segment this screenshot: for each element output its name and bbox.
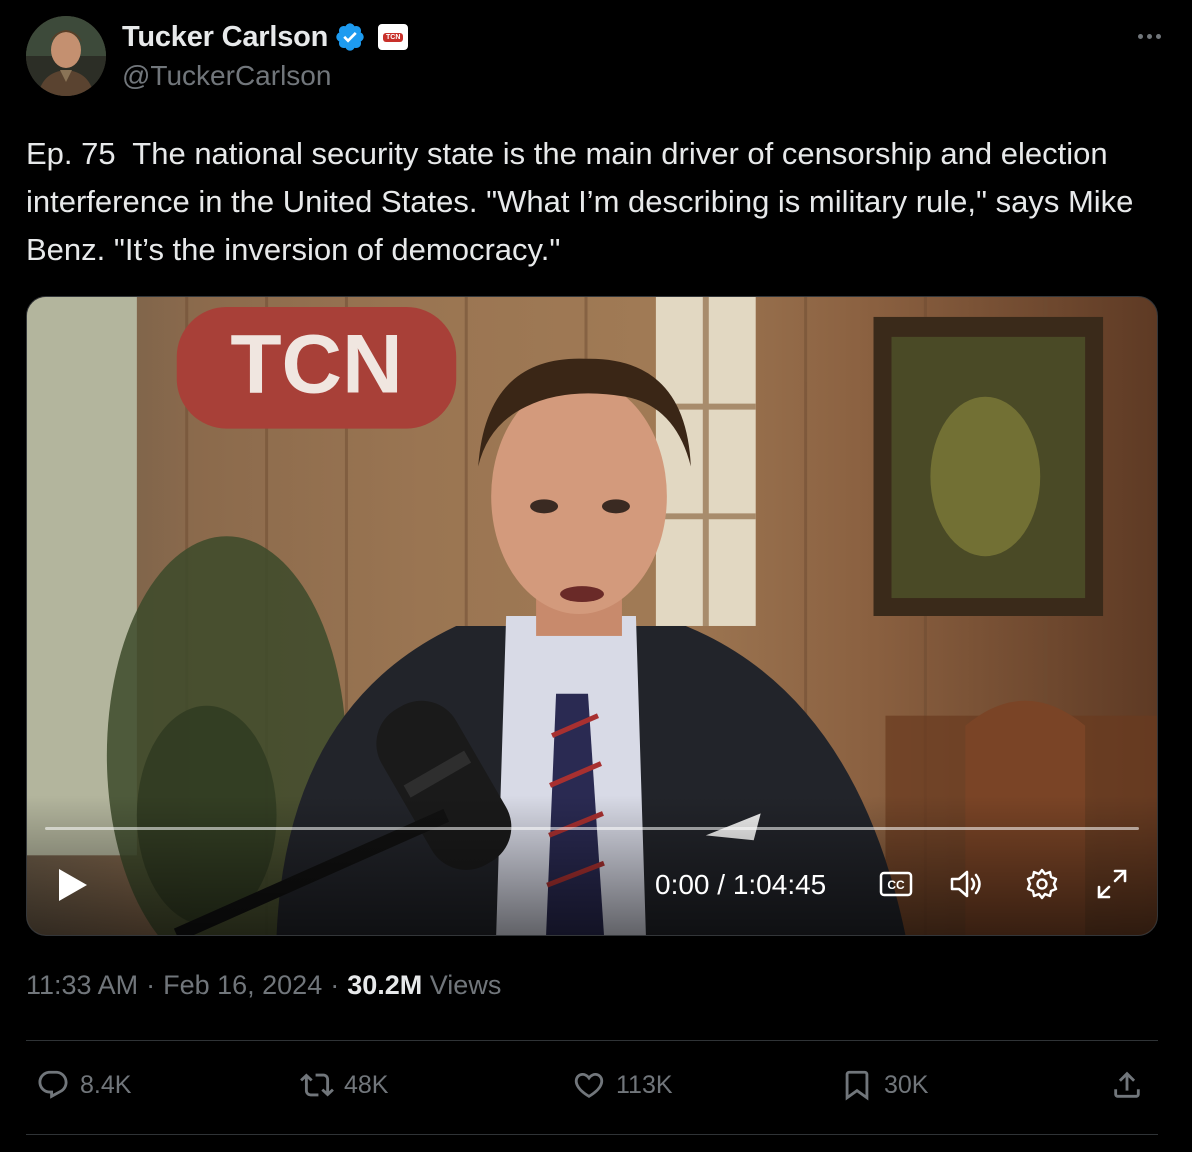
more-dot-icon bbox=[1146, 33, 1152, 39]
bookmark-icon bbox=[845, 1070, 869, 1101]
views-count: 30.2M bbox=[347, 970, 423, 1000]
tweet-action-bar: 8.4K 48K 113K 30K bbox=[26, 1062, 1158, 1118]
views-label: Views bbox=[429, 970, 502, 1000]
verified-badge-icon[interactable] bbox=[334, 21, 366, 53]
bookmark-count: 30K bbox=[884, 1070, 929, 1099]
reply-icon bbox=[38, 1070, 68, 1099]
volume-icon bbox=[950, 870, 981, 898]
more-dot-icon bbox=[1155, 33, 1161, 39]
reply-button[interactable]: 8.4K bbox=[36, 1068, 131, 1102]
reply-count: 8.4K bbox=[80, 1070, 132, 1099]
more-dot-icon bbox=[1137, 33, 1143, 39]
share-icon bbox=[1114, 1071, 1140, 1098]
share-button[interactable] bbox=[1110, 1068, 1144, 1102]
author-handle[interactable]: @TuckerCarlson bbox=[122, 60, 331, 92]
play-icon bbox=[59, 869, 87, 901]
meta-separator: · bbox=[146, 970, 156, 1000]
captions-icon: CC bbox=[879, 871, 913, 897]
fullscreen-button[interactable] bbox=[1093, 865, 1131, 903]
bookmark-button[interactable]: 30K bbox=[840, 1068, 928, 1102]
repost-icon bbox=[300, 1073, 334, 1097]
divider bbox=[26, 1040, 1158, 1041]
meta-separator: · bbox=[330, 970, 340, 1000]
video-player[interactable]: TCN 0:00 / 1:04:45 CC bbox=[26, 296, 1158, 936]
tweet-date[interactable]: Feb 16, 2024 bbox=[163, 970, 322, 1001]
tweet-meta: 11:33 AM · Feb 16, 2024 · 30.2M Views bbox=[26, 970, 501, 1001]
author-avatar[interactable] bbox=[26, 16, 106, 96]
more-options-button[interactable] bbox=[1132, 22, 1166, 50]
like-button[interactable]: 113K bbox=[572, 1068, 673, 1102]
repost-button[interactable]: 48K bbox=[300, 1068, 388, 1102]
heart-icon bbox=[574, 1072, 604, 1098]
video-progress-bar[interactable] bbox=[45, 827, 1139, 830]
author-display-name[interactable]: Tucker Carlson bbox=[122, 21, 328, 54]
tweet-time[interactable]: 11:33 AM bbox=[26, 970, 138, 1001]
divider bbox=[26, 1134, 1158, 1135]
play-button[interactable] bbox=[57, 867, 89, 903]
gear-icon bbox=[1026, 868, 1058, 900]
affiliate-badge-icon[interactable]: TCN bbox=[378, 24, 409, 50]
tcn-sign-text: TCN bbox=[230, 317, 402, 411]
repost-count: 48K bbox=[344, 1070, 389, 1099]
affiliate-badge-label: TCN bbox=[382, 32, 404, 42]
tweet-text: Ep. 75 The national security state is th… bbox=[26, 136, 1143, 267]
svg-text:CC: CC bbox=[887, 878, 905, 892]
captions-button[interactable]: CC bbox=[877, 865, 915, 903]
fullscreen-icon bbox=[1097, 869, 1127, 899]
settings-button[interactable] bbox=[1023, 865, 1061, 903]
volume-button[interactable] bbox=[947, 865, 985, 903]
like-count: 113K bbox=[616, 1070, 673, 1099]
video-controls: 0:00 / 1:04:45 CC bbox=[27, 835, 1157, 935]
video-time: 0:00 / 1:04:45 bbox=[655, 869, 827, 900]
